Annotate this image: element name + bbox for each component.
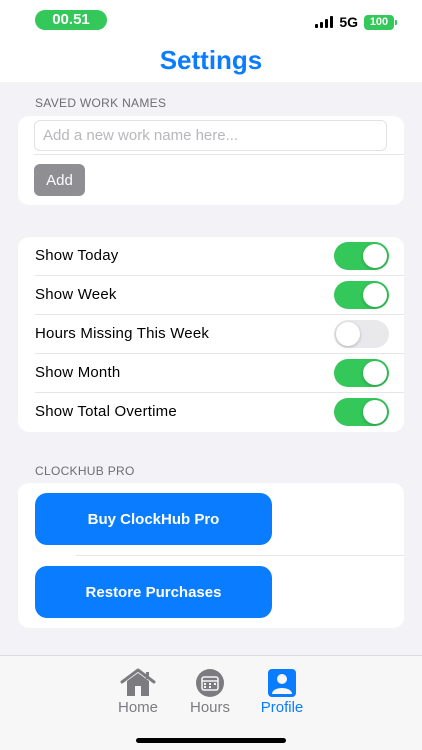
buy-pro-button[interactable]: Buy ClockHub Pro [35, 493, 272, 545]
signal-icon [315, 16, 334, 28]
switch-knob [363, 244, 387, 268]
switch-knob [363, 283, 387, 307]
show-total-overtime-switch[interactable] [334, 398, 389, 426]
status-indicators: 5G 100 [315, 14, 397, 30]
toggle-label: Show Today [35, 247, 119, 264]
work-names-card: Add [18, 116, 404, 205]
tab-profile[interactable]: Profile [252, 668, 312, 716]
toggle-label: Show Total Overtime [35, 403, 177, 420]
toggle-row-show-total-overtime: Show Total Overtime [18, 393, 404, 432]
tab-bar: Home Hours Profile [0, 655, 422, 750]
work-name-input[interactable] [34, 120, 387, 151]
calendar-icon [196, 669, 224, 697]
toggle-row-show-week: Show Week [18, 276, 404, 315]
network-label: 5G [339, 14, 358, 30]
toggle-row-show-today: Show Today [18, 237, 404, 276]
page-title: Settings [159, 45, 263, 75]
home-indicator [136, 738, 286, 743]
toggle-label: Hours Missing This Week [35, 325, 210, 342]
battery-icon: 100 [364, 14, 397, 30]
toggle-row-hours-missing: Hours Missing This Week [18, 315, 404, 354]
house-icon [120, 668, 156, 696]
tab-home-label: Home [117, 699, 158, 716]
switch-knob [363, 400, 387, 424]
tab-home[interactable]: Home [108, 668, 168, 716]
divider [34, 154, 404, 155]
toggle-row-show-month: Show Month [18, 354, 404, 393]
section-header-pro: CLOCKHUB PRO [35, 464, 135, 478]
hours-missing-switch[interactable] [334, 320, 389, 348]
display-options-card: Show Today Show Week Hours Missing This … [18, 237, 404, 432]
show-month-switch[interactable] [334, 359, 389, 387]
tab-hours[interactable]: Hours [180, 668, 240, 716]
switch-knob [336, 322, 360, 346]
add-button[interactable]: Add [34, 164, 85, 196]
pro-card: Buy ClockHub Pro Restore Purchases [18, 483, 404, 628]
status-bar: 00.51 5G 100 [0, 0, 422, 40]
restore-purchases-button[interactable]: Restore Purchases [35, 566, 272, 618]
nav-header: Settings [0, 40, 422, 82]
switch-knob [363, 361, 387, 385]
show-today-switch[interactable] [334, 242, 389, 270]
tab-profile-label: Profile [260, 699, 304, 716]
section-header-work-names: SAVED WORK NAMES [35, 96, 167, 110]
status-time: 00.51 [35, 10, 107, 30]
person-icon [268, 669, 296, 697]
divider [76, 555, 404, 556]
tab-hours-label: Hours [189, 699, 230, 716]
toggle-label: Show Month [35, 364, 121, 381]
toggle-label: Show Week [35, 286, 117, 303]
show-week-switch[interactable] [334, 281, 389, 309]
